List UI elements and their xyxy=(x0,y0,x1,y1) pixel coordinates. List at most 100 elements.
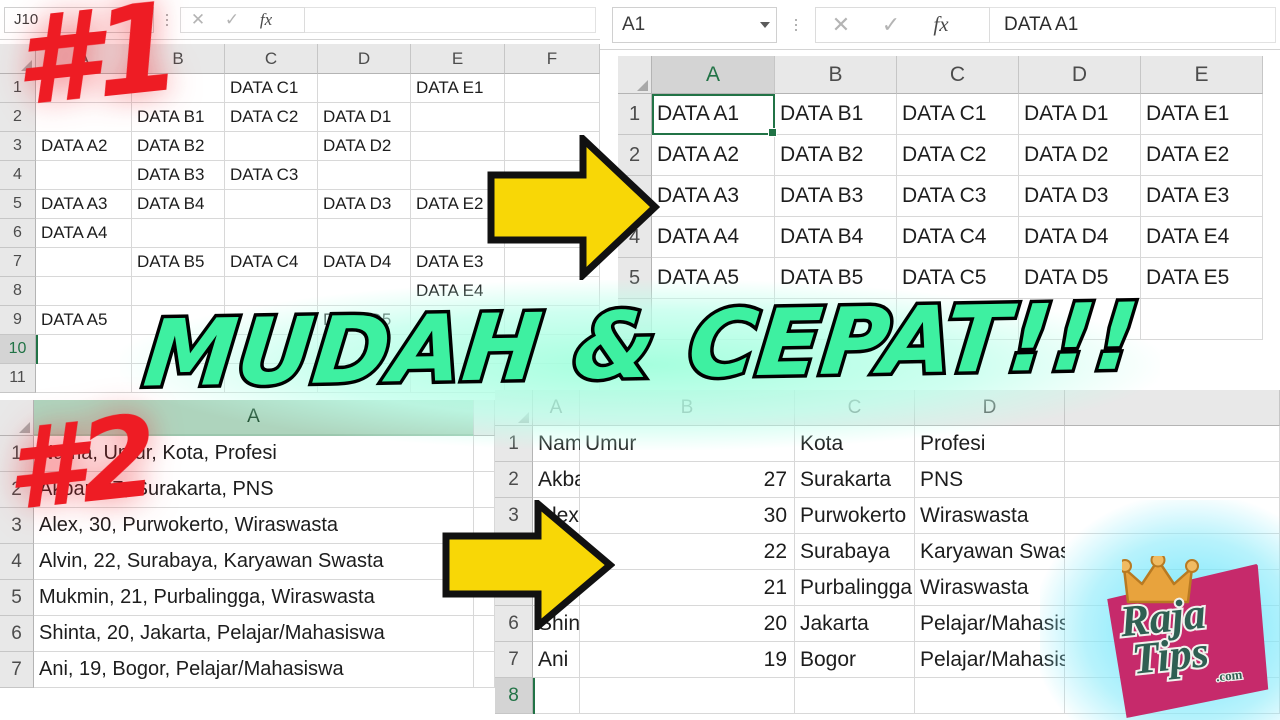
cell-A6[interactable]: Shinta, 20, Jakarta, Pelajar/Mahasiswa xyxy=(34,616,474,652)
cell-B3[interactable]: DATA B3 xyxy=(775,176,897,217)
cell-C3[interactable]: Purwokerto xyxy=(795,498,915,534)
cell-D3[interactable]: DATA D3 xyxy=(1019,176,1141,217)
row-header-4[interactable]: 4 xyxy=(0,544,34,580)
cell-A5[interactable]: Mukmin, 21, Purbalingga, Wiraswasta xyxy=(34,580,474,616)
cell-B4[interactable]: DATA B4 xyxy=(775,217,897,258)
cell-A11[interactable] xyxy=(36,364,132,393)
cell-D3[interactable]: Wiraswasta xyxy=(915,498,1065,534)
cell-C3[interactable]: DATA C3 xyxy=(897,176,1019,217)
cell-D4[interactable]: Karyawan Swasta xyxy=(915,534,1088,570)
column-header-E[interactable]: E xyxy=(411,44,505,74)
cell-D1[interactable]: DATA D1 xyxy=(1019,94,1141,135)
column-header-E[interactable]: E xyxy=(1141,56,1263,94)
cell-C6[interactable] xyxy=(225,219,318,248)
select-all-corner[interactable] xyxy=(618,56,652,94)
cell-B4[interactable]: DATA B3 xyxy=(132,161,225,190)
cell-A8[interactable] xyxy=(36,277,132,306)
cell-E6[interactable] xyxy=(1141,299,1263,340)
cell-C1[interactable]: DATA C1 xyxy=(897,94,1019,135)
cell-C8[interactable] xyxy=(795,678,915,714)
row-header-1[interactable]: 1 xyxy=(618,94,652,135)
cell-C6[interactable]: Jakarta xyxy=(795,606,915,642)
cell-A10[interactable] xyxy=(36,335,132,364)
column-header-D[interactable]: D xyxy=(1019,56,1141,94)
row-header-5[interactable]: 5 xyxy=(0,580,34,616)
cell-D1[interactable]: Profesi xyxy=(915,426,1065,462)
cell-E1[interactable]: DATA E1 xyxy=(411,74,505,103)
cell-D7[interactable]: DATA D4 xyxy=(318,248,411,277)
cancel-icon[interactable]: ✕ xyxy=(181,8,215,32)
cancel-icon[interactable]: ✕ xyxy=(816,12,866,37)
cell-A9[interactable]: DATA A5 xyxy=(36,306,132,335)
cell-B7[interactable]: 19 xyxy=(580,642,795,678)
cell-C7[interactable]: DATA C4 xyxy=(225,248,318,277)
row-header-8[interactable]: 8 xyxy=(0,277,36,306)
row-header-8[interactable]: 8 xyxy=(495,678,533,714)
cell-E2[interactable]: DATA E2 xyxy=(1141,135,1263,176)
cell-C3[interactable] xyxy=(225,132,318,161)
row-header-3[interactable]: 3 xyxy=(0,132,36,161)
column-header-Z[interactable] xyxy=(1065,390,1280,426)
cell-C4[interactable]: Surabaya xyxy=(795,534,915,570)
confirm-icon[interactable]: ✓ xyxy=(866,12,916,37)
row-header-5[interactable]: 5 xyxy=(0,190,36,219)
cell-A4[interactable]: Alvin, 22, Surabaya, Karyawan Swasta xyxy=(34,544,474,580)
cell-D2[interactable]: PNS xyxy=(915,462,1065,498)
cell-C5[interactable] xyxy=(225,190,318,219)
row-header-7[interactable]: 7 xyxy=(0,248,36,277)
cell-Z2[interactable] xyxy=(1065,462,1280,498)
column-header-C[interactable]: C xyxy=(897,56,1019,94)
cell-E3[interactable]: DATA E3 xyxy=(1141,176,1263,217)
row-header-1[interactable]: 1 xyxy=(495,426,533,462)
cell-A8[interactable] xyxy=(533,678,580,714)
cell-A3[interactable]: DATA A3 xyxy=(652,176,775,217)
cell-D3[interactable]: DATA D2 xyxy=(318,132,411,161)
confirm-icon[interactable]: ✓ xyxy=(215,8,249,32)
row-header-7[interactable]: 7 xyxy=(0,652,34,688)
cell-B7[interactable]: DATA B5 xyxy=(132,248,225,277)
name-box-top-right[interactable]: A1 xyxy=(612,6,777,43)
row-header-2[interactable]: 2 xyxy=(495,462,533,498)
row-header-4[interactable]: 4 xyxy=(0,161,36,190)
cell-B6[interactable] xyxy=(132,219,225,248)
cell-C5[interactable]: Purbalingga xyxy=(795,570,915,606)
column-header-D[interactable]: D xyxy=(318,44,411,74)
more-options-icon[interactable] xyxy=(789,18,803,31)
column-header-C[interactable]: C xyxy=(225,44,318,74)
cell-A7[interactable] xyxy=(36,248,132,277)
cell-C2[interactable]: DATA C2 xyxy=(897,135,1019,176)
column-header-B[interactable]: B xyxy=(775,56,897,94)
cell-B2[interactable]: DATA B2 xyxy=(775,135,897,176)
cell-F1[interactable] xyxy=(505,74,600,103)
column-header-D[interactable]: D xyxy=(915,390,1065,426)
cell-A1[interactable]: DATA A1 xyxy=(652,94,775,135)
row-header-9[interactable]: 9 xyxy=(0,306,36,335)
row-header-7[interactable]: 7 xyxy=(495,642,533,678)
cell-D7[interactable]: Pelajar/Mahasiswa xyxy=(915,642,1096,678)
cell-B5[interactable]: DATA B4 xyxy=(132,190,225,219)
cell-D8[interactable] xyxy=(915,678,1065,714)
column-header-F[interactable]: F xyxy=(505,44,600,74)
cell-D5[interactable]: DATA D3 xyxy=(318,190,411,219)
cell-C1[interactable]: DATA C1 xyxy=(225,74,318,103)
cell-C4[interactable]: DATA C4 xyxy=(897,217,1019,258)
cell-Z1[interactable] xyxy=(1065,426,1280,462)
cell-D2[interactable]: DATA D2 xyxy=(1019,135,1141,176)
row-header-6[interactable]: 6 xyxy=(0,219,36,248)
formula-input-top-right[interactable]: DATA A1 xyxy=(990,6,1276,43)
cell-D4[interactable]: DATA D4 xyxy=(1019,217,1141,258)
cell-E4[interactable]: DATA E4 xyxy=(1141,217,1263,258)
cell-C1[interactable]: Kota xyxy=(795,426,915,462)
cell-E1[interactable]: DATA E1 xyxy=(1141,94,1263,135)
insert-function-icon[interactable]: fx xyxy=(249,8,283,32)
insert-function-icon[interactable]: fx xyxy=(916,12,966,37)
cell-B1[interactable]: Umur xyxy=(580,426,795,462)
row-header-11[interactable]: 11 xyxy=(0,364,36,393)
column-header-A[interactable]: A xyxy=(652,56,775,94)
cell-Z1[interactable] xyxy=(474,436,495,472)
cell-D5[interactable]: Wiraswasta xyxy=(915,570,1065,606)
cell-B3[interactable]: DATA B2 xyxy=(132,132,225,161)
cell-A7[interactable]: Ani xyxy=(533,642,580,678)
row-header-6[interactable]: 6 xyxy=(0,616,34,652)
cell-A2[interactable]: DATA A2 xyxy=(652,135,775,176)
